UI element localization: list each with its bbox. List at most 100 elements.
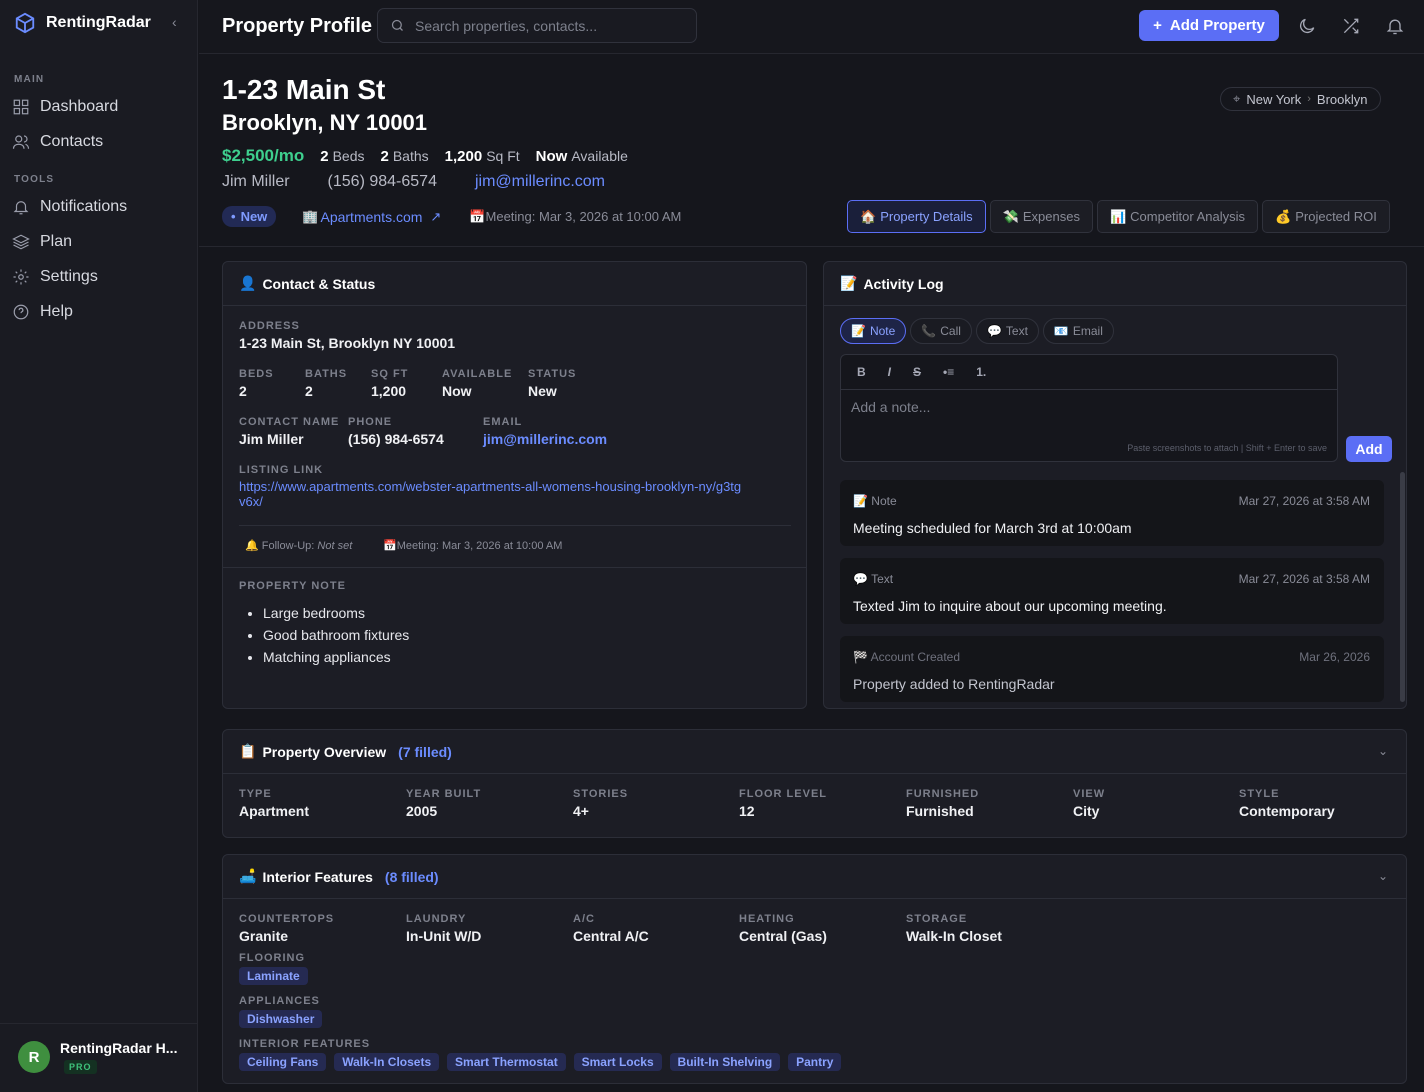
topbar: Property Profile + Add Property	[199, 0, 1424, 54]
sidebar-item-contacts[interactable]: Contacts	[12, 127, 188, 157]
header-divider	[199, 246, 1424, 247]
interior-laundry: LAUNDRY In-Unit W/D	[406, 913, 482, 944]
sidebar-item-dashboard[interactable]: Dashboard	[12, 92, 188, 122]
listing-link[interactable]: https://www.apartments.com/webster-apart…	[239, 479, 779, 509]
appliance-chip: Dishwasher	[239, 1010, 323, 1028]
numbered-list-button[interactable]: 1.	[976, 365, 986, 379]
list-item: Good bathroom fixtures	[263, 624, 409, 646]
sidebar-item-settings[interactable]: Settings	[12, 262, 188, 292]
activity-entry[interactable]: 💬 Text Mar 27, 2026 at 3:58 AM Texted Ji…	[840, 558, 1384, 624]
followup-meta: 🔔 Follow-Up: Not set	[245, 540, 353, 552]
source-link[interactable]: Apartments.com	[320, 209, 422, 225]
overview-year-built: YEAR BUILT 2005	[406, 788, 482, 819]
chevron-down-icon[interactable]: ⌄	[1378, 869, 1388, 883]
divider	[223, 567, 806, 568]
activity-entry[interactable]: 🏁 Account Created Mar 26, 2026 Property …	[840, 636, 1384, 702]
overview-stories: STORIES 4+	[573, 788, 629, 819]
sidebar-item-label: Notifications	[40, 198, 128, 215]
plan-badge: PRO	[64, 1060, 97, 1074]
gear-icon	[13, 269, 29, 285]
section-label-tools: TOOLS	[14, 174, 55, 185]
shuffle-icon[interactable]	[1341, 16, 1361, 36]
list-item: Matching appliances	[263, 646, 409, 668]
overview-view: VIEW City	[1073, 788, 1106, 819]
tab-projected-roi[interactable]: 💰 Projected ROI	[1262, 200, 1390, 233]
contact-phone[interactable]: (156) 984-6574	[328, 173, 437, 191]
chevron-down-icon[interactable]: ⌄	[1378, 744, 1388, 758]
feature-chip: Pantry	[788, 1053, 842, 1071]
search-icon	[391, 19, 403, 31]
phone-field: PHONE (156) 984-6574	[348, 416, 444, 447]
meeting-text: Meeting: Mar 3, 2026 at 10:00 AM	[485, 209, 682, 224]
sidebar-item-help[interactable]: Help	[12, 297, 188, 327]
overview-furnished: FURNISHED Furnished	[906, 788, 980, 819]
divider	[239, 525, 791, 526]
tab-expenses[interactable]: 💸 Expenses	[989, 200, 1093, 233]
activity-type-note[interactable]: 📝 Note	[840, 318, 907, 344]
bullet-list-button[interactable]: •≡	[943, 365, 954, 379]
available-field: AVAILABLE Now	[442, 368, 513, 399]
email-link[interactable]: jim@millerinc.com	[483, 431, 607, 447]
collapse-sidebar-icon[interactable]: ‹	[172, 14, 177, 30]
bell-icon: 🔔	[245, 540, 259, 552]
feature-chip: Built-In Shelving	[669, 1053, 781, 1071]
note-input[interactable]	[851, 399, 1321, 439]
note-editor: B I S •≡ 1. Paste screenshots to attach …	[840, 354, 1338, 462]
meeting-meta: 📅Meeting: Mar 3, 2026 at 10:00 AM	[383, 540, 563, 552]
add-note-button[interactable]: Add	[1346, 436, 1392, 462]
interior-storage: STORAGE Walk-In Closet	[906, 913, 1002, 944]
section-label-main: MAIN	[14, 74, 45, 85]
sidebar-item-notifications[interactable]: Notifications	[12, 192, 188, 222]
brand[interactable]: RentingRadar	[14, 12, 151, 34]
feature-chip: Ceiling Fans	[239, 1053, 327, 1071]
card-header[interactable]: 🛋️ Interior Features (8 filled)	[223, 855, 1406, 899]
breadcrumb-separator: ›	[1307, 93, 1311, 105]
activity-type-email[interactable]: 📧 Email	[1042, 318, 1114, 344]
activity-type-text[interactable]: 💬 Text	[975, 318, 1039, 344]
status-field: STATUS New	[528, 368, 577, 399]
status-badge: New	[222, 206, 277, 227]
entry-message: Property added to RentingRadar	[853, 676, 1055, 692]
contact-status-card: 👤 Contact & Status ADDRESS 1-23 Main St, B…	[222, 261, 807, 709]
sqft-stat: 1,200 Sq Ft	[444, 148, 520, 165]
activity-scrollbar[interactable]	[1400, 472, 1405, 702]
entry-timestamp: Mar 26, 2026	[1299, 650, 1370, 664]
sidebar-item-label: Plan	[40, 233, 73, 250]
tab-competitor-analysis[interactable]: 📊 Competitor Analysis	[1096, 200, 1259, 233]
tab-property-details[interactable]: 🏠 Property Details	[847, 200, 986, 233]
baths-stat: 2 Baths	[380, 148, 429, 165]
property-overview-card: 📋 Property Overview (7 filled) ⌄ TYPE Apart…	[222, 729, 1407, 838]
address-field: ADDRESS 1-23 Main St, Brooklyn NY 10001	[239, 320, 456, 351]
moon-icon[interactable]	[1297, 16, 1317, 36]
sidebar-item-plan[interactable]: Plan	[12, 227, 188, 257]
breadcrumb-city[interactable]: New York	[1246, 92, 1301, 107]
bell-icon	[13, 201, 29, 215]
sqft-field: SQ FT 1,200	[371, 368, 409, 399]
activity-type-call[interactable]: 📞 Call	[910, 318, 972, 344]
breadcrumb-borough[interactable]: Brooklyn	[1317, 92, 1368, 107]
grid-icon	[13, 99, 29, 115]
entry-timestamp: Mar 27, 2026 at 3:58 AM	[1238, 572, 1370, 586]
interior-ac: A/C Central A/C	[573, 913, 649, 944]
editor-hint: Paste screenshots to attach | Shift + En…	[1127, 443, 1327, 453]
activity-entry[interactable]: 📝 Note Mar 27, 2026 at 3:58 AM Meeting s…	[840, 480, 1384, 546]
entry-type: 💬 Text	[853, 572, 894, 586]
strikethrough-button[interactable]: S	[913, 365, 921, 379]
search-box[interactable]	[377, 8, 697, 43]
contact-line: Jim Miller (156) 984-6574 jim@millerinc.…	[222, 173, 605, 191]
card-header[interactable]: 📋 Property Overview (7 filled)	[223, 730, 1406, 774]
sidebar-divider	[0, 1023, 198, 1024]
user-profile[interactable]: R RentingRadar H... PRO	[18, 1040, 177, 1074]
external-link-icon[interactable]: ↗	[430, 209, 441, 225]
price: $2,500/mo	[222, 146, 305, 165]
add-property-button[interactable]: + Add Property	[1139, 10, 1279, 41]
entry-type: 🏁 Account Created	[853, 650, 961, 664]
person-icon: 👤	[239, 275, 257, 291]
bell-icon[interactable]	[1385, 16, 1405, 36]
entry-type: 📝 Note	[853, 494, 897, 508]
contact-name-field: CONTACT NAME Jim Miller	[239, 416, 340, 447]
search-input[interactable]	[415, 17, 685, 34]
bold-button[interactable]: B	[857, 365, 866, 379]
contact-email-link[interactable]: jim@millerinc.com	[475, 173, 605, 191]
italic-button[interactable]: I	[888, 365, 891, 379]
